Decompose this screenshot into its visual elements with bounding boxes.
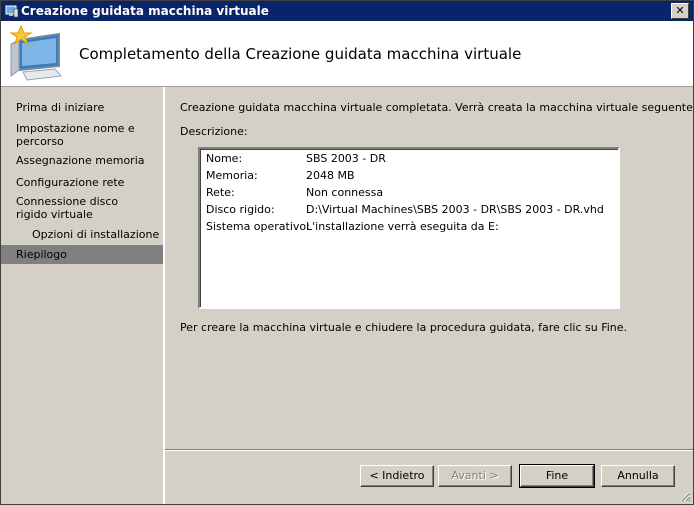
close-button[interactable]: ✕: [671, 3, 689, 19]
nav-item-riepilogo[interactable]: Riepilogo: [1, 245, 163, 264]
wizard-header: Completamento della Creazione guidata ma…: [1, 21, 693, 87]
back-button[interactable]: < Indietro: [360, 465, 434, 487]
wizard-steps-sidebar: Prima di iniziare Impostazione nome e pe…: [1, 87, 165, 504]
wizard-computer-icon: [9, 24, 62, 81]
summary-key: Memoria:: [206, 169, 258, 182]
button-separator: [165, 449, 693, 451]
summary-key: Disco rigido:: [206, 203, 275, 216]
summary-key: Nome:: [206, 152, 243, 165]
resize-grip-icon[interactable]: [679, 490, 691, 502]
nav-item-connessione-disco[interactable]: Connessione disco rigido virtuale: [1, 195, 151, 221]
summary-value: 2048 MB: [306, 169, 355, 182]
description-label: Descrizione:: [180, 125, 248, 138]
intro-text: Creazione guidata macchina virtuale comp…: [180, 101, 694, 114]
cancel-button[interactable]: Annulla: [601, 465, 675, 487]
nav-item-assegnazione-memoria[interactable]: Assegnazione memoria: [1, 154, 163, 167]
nav-item-impostazione-nome[interactable]: Impostazione nome e percorso: [1, 122, 151, 148]
summary-key: Sistema operativo:: [206, 220, 310, 233]
finish-instruction-text: Per creare la macchina virtuale e chiude…: [180, 321, 628, 334]
summary-value: SBS 2003 - DR: [306, 152, 386, 165]
summary-value: D:\Virtual Machines\SBS 2003 - DR\SBS 20…: [306, 203, 604, 216]
finish-button[interactable]: Fine: [519, 464, 595, 488]
nav-item-configurazione-rete[interactable]: Configurazione rete: [1, 176, 163, 189]
summary-box[interactable]: Nome: SBS 2003 - DR Memoria: 2048 MB Ret…: [198, 147, 620, 309]
summary-value: Non connessa: [306, 186, 384, 199]
wizard-content: Creazione guidata macchina virtuale comp…: [165, 87, 693, 504]
virtual-machine-icon: [5, 5, 19, 18]
summary-value: L'installazione verrà eseguita da E:: [306, 220, 499, 233]
title-bar[interactable]: Creazione guidata macchina virtuale ✕: [1, 1, 693, 21]
next-button[interactable]: Avanti >: [438, 465, 512, 487]
nav-item-opzioni-installazione[interactable]: Opzioni di installazione: [1, 228, 163, 241]
page-heading: Completamento della Creazione guidata ma…: [79, 45, 522, 63]
nav-item-prima-di-iniziare[interactable]: Prima di iniziare: [1, 101, 163, 114]
wizard-window: Creazione guidata macchina virtuale ✕ Co…: [0, 0, 694, 505]
window-title: Creazione guidata macchina virtuale: [21, 4, 269, 18]
summary-key: Rete:: [206, 186, 235, 199]
